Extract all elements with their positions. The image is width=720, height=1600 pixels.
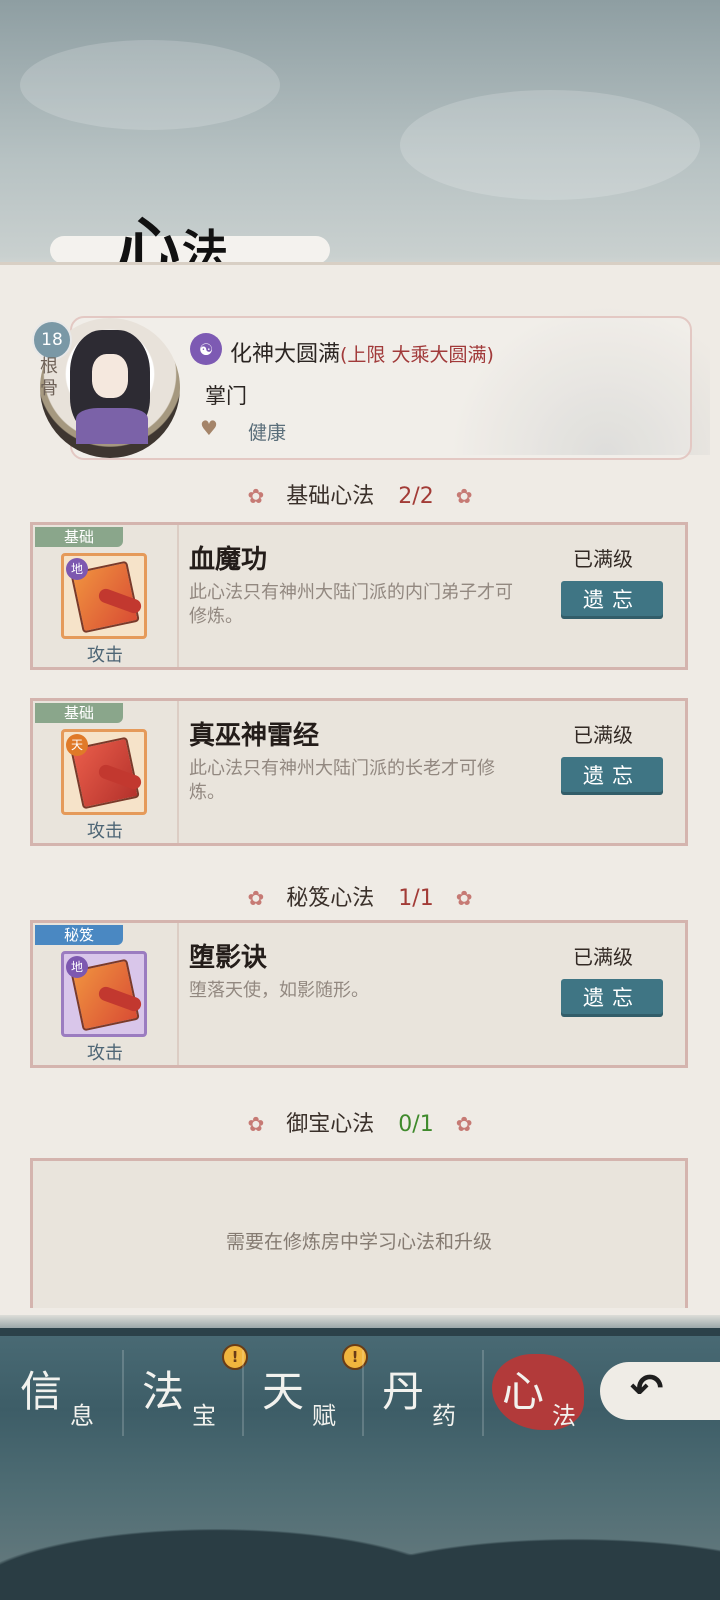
skill-card[interactable]: 秘笈 地 攻击 堕影诀 堕落天使，如影随形。 已满级 遗忘: [30, 920, 688, 1068]
skill-tag: 秘笈: [35, 925, 123, 945]
skill-tag: 基础: [35, 527, 123, 547]
realm-name: 化神大圆满: [230, 342, 341, 367]
flower-icon: ✿: [247, 886, 265, 910]
skill-name: 真巫神雷经: [189, 721, 320, 751]
flower-icon: ✿: [455, 484, 473, 508]
grade-seal: 地: [66, 558, 88, 580]
back-arrow-icon: ↶: [630, 1366, 664, 1412]
skill-book-icon[interactable]: 地: [61, 951, 147, 1037]
realm-limit: (上限 大乘大圆满): [340, 344, 494, 366]
section-header-secret: ✿ 秘笈心法 1/1 ✿: [247, 886, 473, 911]
empty-hint: 需要在修炼房中学习心法和升级: [225, 1231, 492, 1253]
skill-book-icon[interactable]: 地: [61, 553, 147, 639]
root-value-badge: 18: [32, 320, 72, 360]
back-button[interactable]: ↶: [600, 1362, 720, 1420]
flower-icon: ✿: [455, 886, 473, 910]
skill-tag: 基础: [35, 703, 123, 723]
skill-book-icon[interactable]: 天: [61, 729, 147, 815]
heart-plus-icon: ♥: [200, 416, 218, 440]
grade-seal: 地: [66, 956, 88, 978]
root-label: 根骨: [40, 356, 58, 399]
mountain-scenery: [0, 1460, 720, 1600]
skill-card[interactable]: 基础 天 攻击 真巫神雷经 此心法只有神州大陆门派的长老才可修炼。 已满级 遗忘: [30, 698, 688, 846]
max-level-status: 已满级: [573, 547, 633, 571]
max-level-status: 已满级: [573, 723, 633, 747]
skill-type: 攻击: [87, 821, 123, 842]
realm-status: 化神大圆满(上限 大乘大圆满): [230, 336, 494, 368]
section-count: 0/1: [398, 1112, 434, 1137]
nav-tab-pill[interactable]: 丹 药: [362, 1340, 482, 1440]
nav-tab-mind-method[interactable]: 心 法: [482, 1340, 602, 1440]
skill-name: 堕影诀: [189, 943, 268, 973]
flower-icon: ✿: [455, 1112, 473, 1136]
flower-icon: ✿: [247, 484, 265, 508]
forget-button[interactable]: 遗忘: [561, 581, 663, 619]
section-header-treasure: ✿ 御宝心法 0/1 ✿: [247, 1112, 473, 1137]
skill-description: 此心法只有神州大陆门派的长老才可修炼。: [189, 758, 495, 803]
forget-button[interactable]: 遗忘: [561, 979, 663, 1017]
flower-icon: ✿: [247, 1112, 265, 1136]
skill-name: 血魔功: [189, 545, 268, 575]
skill-description: 此心法只有神州大陆门派的内门弟子才可修炼。: [189, 582, 513, 627]
nav-tab-info[interactable]: 信 息: [0, 1340, 120, 1440]
realm-emblem-icon: ☯: [190, 333, 222, 365]
section-header-basic: ✿ 基础心法 2/2 ✿: [247, 484, 473, 509]
max-level-status: 已满级: [573, 945, 633, 969]
section-count: 2/2: [398, 484, 434, 509]
forget-button[interactable]: 遗忘: [561, 757, 663, 795]
grade-seal: 天: [66, 734, 88, 756]
health-status: 健康: [248, 422, 287, 444]
cloud-decoration: [20, 40, 280, 130]
skill-type: 攻击: [87, 1043, 123, 1064]
section-count: 1/1: [398, 886, 434, 911]
skill-description: 堕落天使，如影随形。: [189, 980, 369, 1001]
empty-slot-card: 需要在修炼房中学习心法和升级: [30, 1158, 688, 1308]
skill-type: 攻击: [87, 645, 123, 666]
cloud-decoration: [400, 90, 700, 200]
skill-card[interactable]: 基础 地 攻击 血魔功 此心法只有神州大陆门派的内门弟子才可修炼。 已满级 遗忘: [30, 522, 688, 670]
rank-title: 掌门: [205, 384, 247, 408]
